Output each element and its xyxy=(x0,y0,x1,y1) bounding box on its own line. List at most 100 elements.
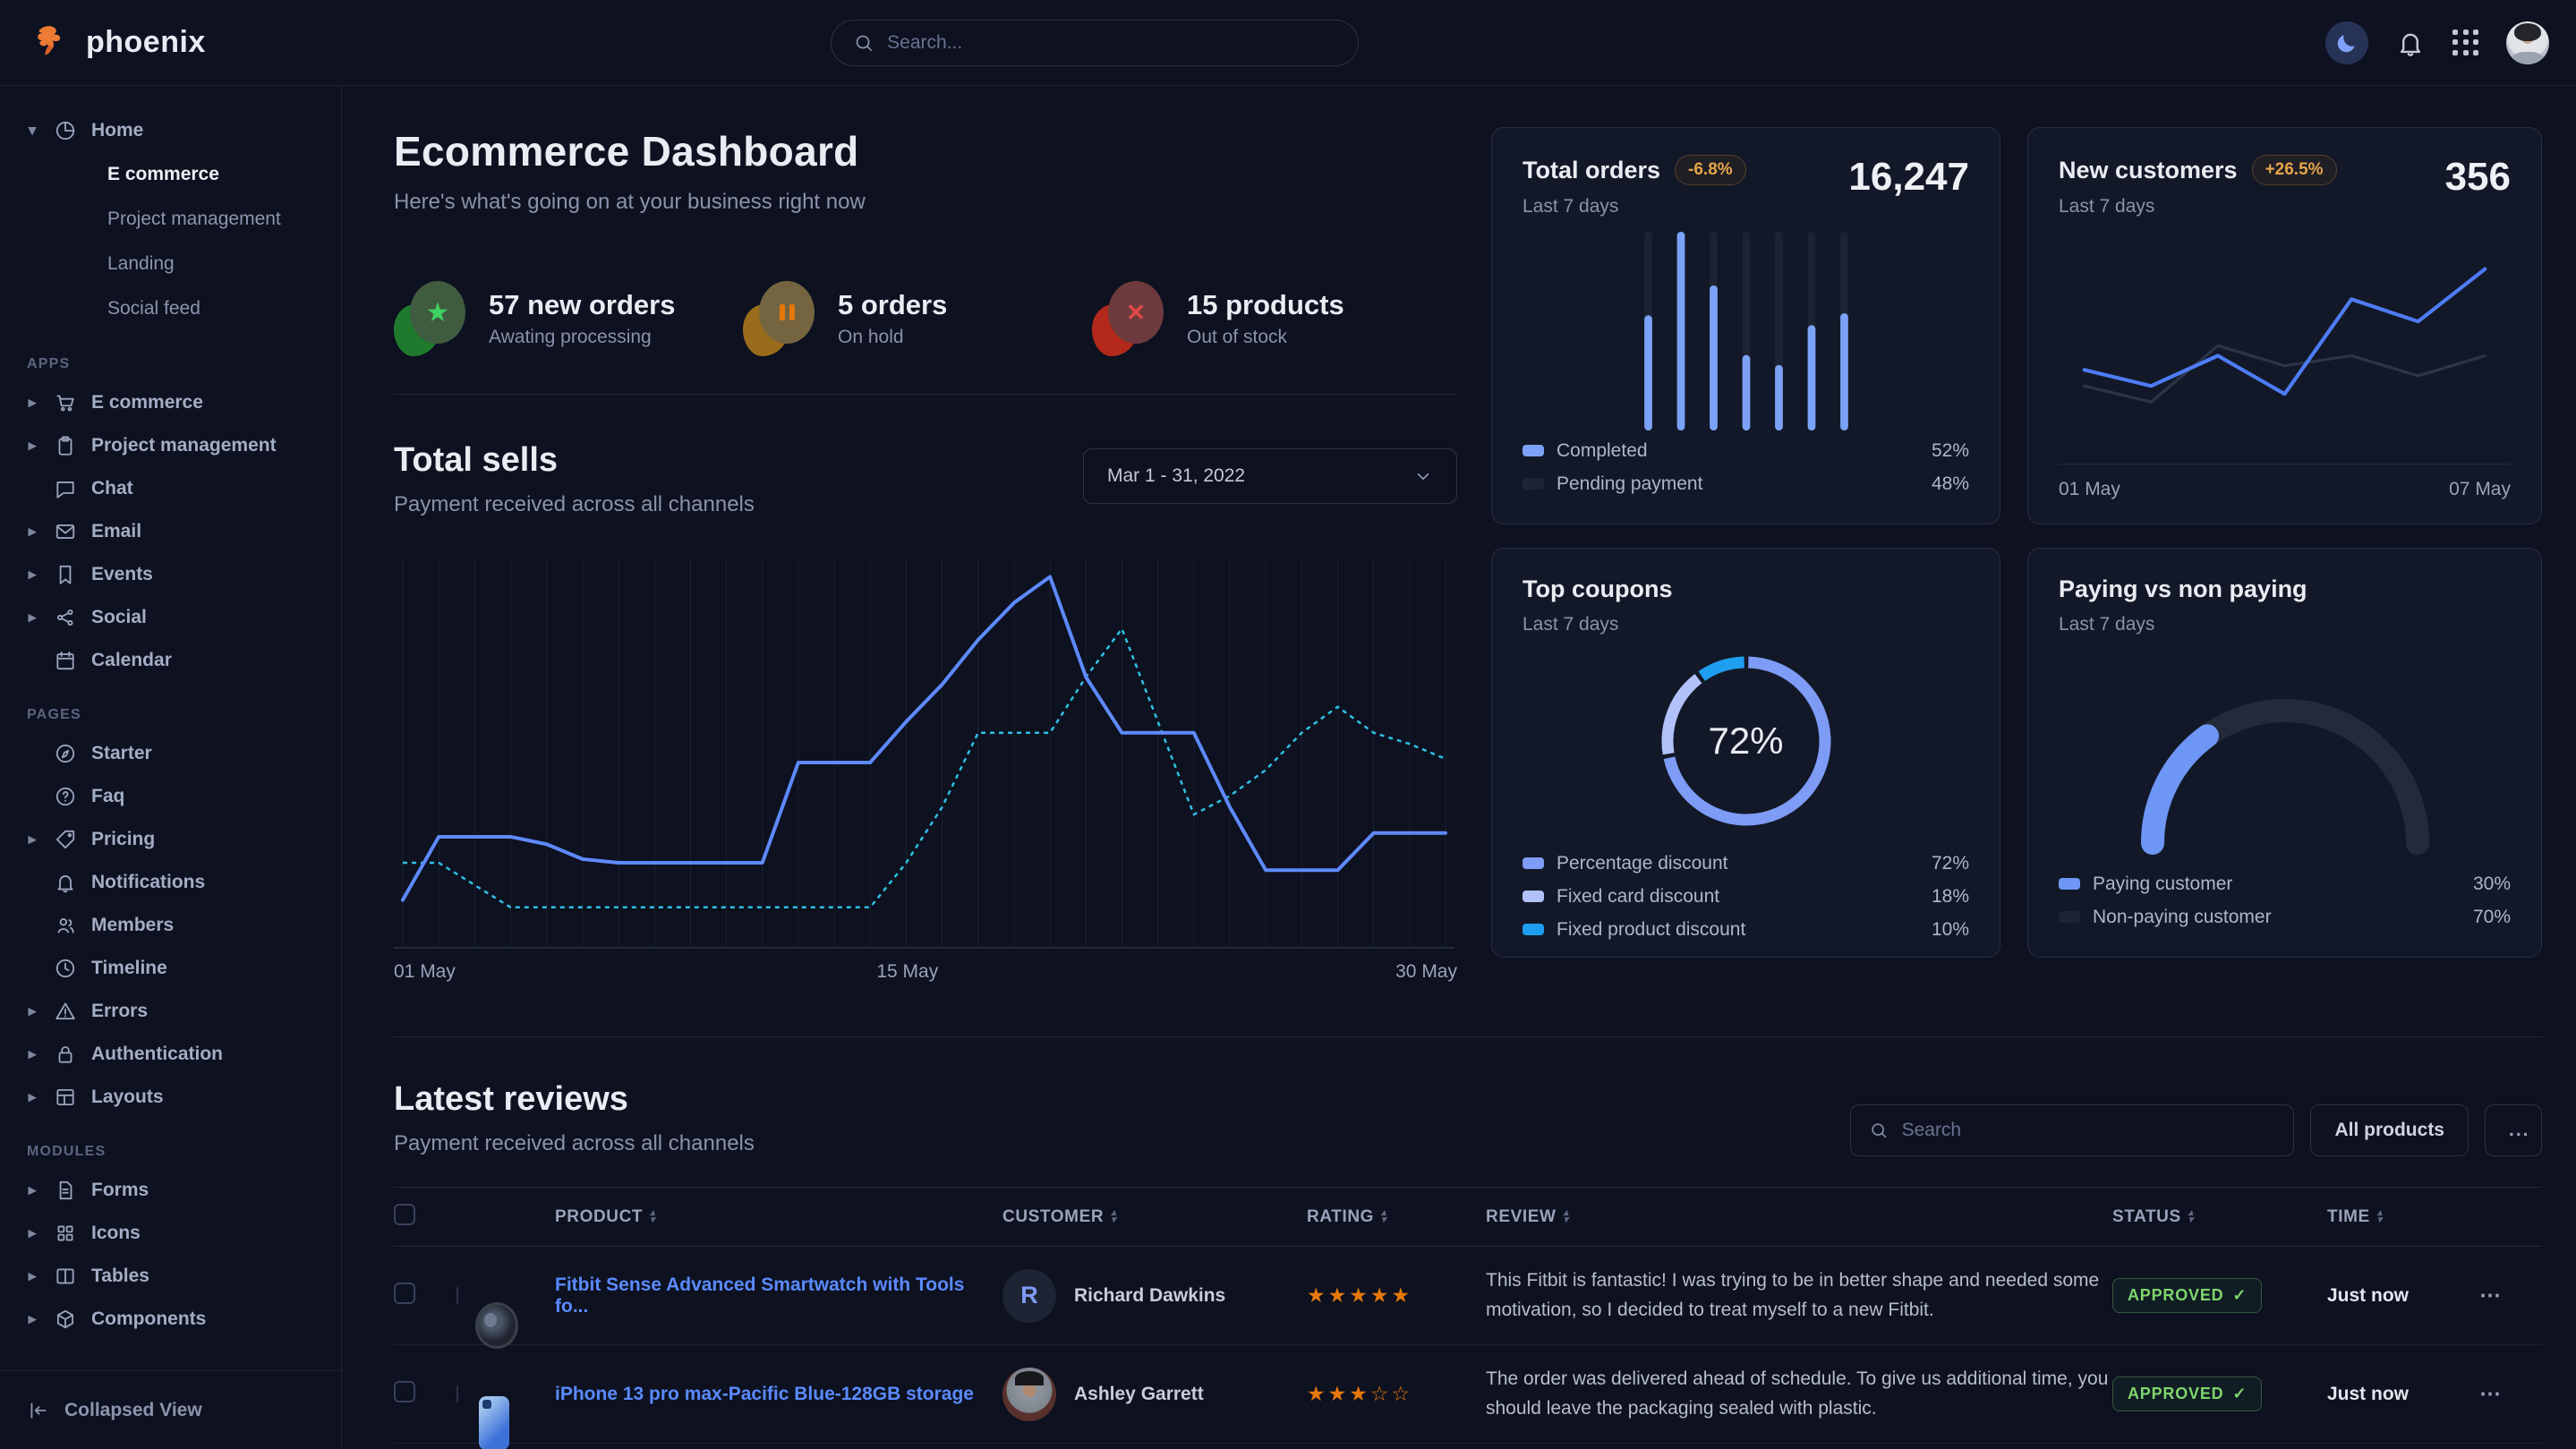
column-header-review[interactable]: REVIEW▴▾ xyxy=(1486,1188,2112,1247)
calendar-icon xyxy=(54,649,77,672)
search-icon xyxy=(1869,1120,1889,1141)
column-header-product[interactable]: PRODUCT▴▾ xyxy=(555,1188,1002,1247)
avatar: R xyxy=(1002,1269,1056,1323)
sidebar-item-email[interactable]: ▸Email xyxy=(25,510,325,553)
tableicon-icon xyxy=(54,1265,77,1288)
sidebar-item-project-management[interactable]: Project management xyxy=(25,197,325,242)
paying-title: Paying vs non paying xyxy=(2059,575,2307,603)
sidebar-item-members[interactable]: ▸Members xyxy=(25,904,325,947)
all-products-button[interactable]: All products xyxy=(2310,1104,2469,1156)
reviews-search-input[interactable] xyxy=(1902,1120,2276,1141)
sidebar-item-forms[interactable]: ▸Forms xyxy=(25,1169,325,1212)
sidebar-item-icons[interactable]: ▸Icons xyxy=(25,1212,325,1255)
select-all-checkbox[interactable] xyxy=(394,1204,415,1225)
column-header-customer[interactable]: CUSTOMER▴▾ xyxy=(1002,1188,1307,1247)
caret-right-icon: ▸ xyxy=(25,394,39,412)
global-search[interactable] xyxy=(831,20,1359,66)
review-text: This Fitbit is fantastic! I was trying t… xyxy=(1486,1266,2112,1325)
bell-icon xyxy=(54,871,77,894)
sidebar-item-pricing[interactable]: ▸Pricing xyxy=(25,818,325,861)
compass-icon xyxy=(54,742,77,765)
top-coupons-legend: Percentage discount72%Fixed card discoun… xyxy=(1523,847,1969,946)
sidebar-item-starter[interactable]: ▸Starter xyxy=(25,732,325,775)
customers-x-start: 01 May xyxy=(2059,479,2120,500)
search-icon xyxy=(853,31,874,55)
sidebar-item-landing[interactable]: Landing xyxy=(25,242,325,286)
table-row: Fitbit Sense Advanced Smartwatch with To… xyxy=(394,1247,2542,1345)
page-subtitle: Here's what's going on at your business … xyxy=(394,190,1457,215)
row-checkbox[interactable] xyxy=(394,1283,415,1304)
sidebar-section-pages: PAGES xyxy=(27,707,325,723)
brand-logo[interactable]: phoenix xyxy=(34,23,347,63)
sidebar-item-project-management[interactable]: ▸Project management xyxy=(25,424,325,467)
sort-icon[interactable]: ▴▾ xyxy=(1564,1209,1569,1223)
sidebar-item-timeline[interactable]: ▸Timeline xyxy=(25,947,325,990)
sidebar-item-calendar[interactable]: ▸Calendar xyxy=(25,639,325,682)
new-customers-line-chart xyxy=(2059,230,2511,455)
pause-icon xyxy=(759,281,815,344)
sidebar-item-authentication[interactable]: ▸Authentication xyxy=(25,1033,325,1076)
donut-center-label: 72% xyxy=(1641,635,1852,847)
theme-toggle-button[interactable] xyxy=(2325,21,2368,64)
share-icon xyxy=(54,606,77,629)
sidebar-section-modules: MODULES xyxy=(27,1144,325,1160)
legend-item: Percentage discount72% xyxy=(1523,847,1969,880)
sidebar-item-social-feed[interactable]: Social feed xyxy=(25,286,325,331)
row-checkbox[interactable] xyxy=(394,1381,415,1402)
collapse-arrow-icon xyxy=(27,1399,50,1422)
review-text: The order was delivered ahead of schedul… xyxy=(1486,1365,2112,1423)
warning-icon xyxy=(54,1000,77,1023)
new-customers-card: New customers +26.5% Last 7 days 356 01 … xyxy=(2027,127,2542,524)
sidebar-item-chat[interactable]: ▸Chat xyxy=(25,467,325,510)
sidebar-item-social[interactable]: ▸Social xyxy=(25,596,325,639)
row-more-button[interactable]: ⋯ xyxy=(2479,1382,2503,1406)
sidebar-item-notifications[interactable]: ▸Notifications xyxy=(25,861,325,904)
sort-icon[interactable]: ▴▾ xyxy=(2188,1209,2194,1223)
product-link[interactable]: iPhone 13 pro max-Pacific Blue-128GB sto… xyxy=(555,1384,974,1404)
column-header-rating[interactable]: RATING▴▾ xyxy=(1307,1188,1486,1247)
apps-grid-icon[interactable] xyxy=(2452,30,2479,56)
collapsed-view-toggle[interactable]: Collapsed View xyxy=(0,1370,341,1449)
notifications-bell-icon[interactable] xyxy=(2395,28,2426,58)
global-search-input[interactable] xyxy=(887,32,1336,54)
new-customers-badge: +26.5% xyxy=(2252,155,2337,185)
column-header-time[interactable]: TIME▴▾ xyxy=(2327,1188,2479,1247)
column-header-status[interactable]: STATUS▴▾ xyxy=(2112,1188,2327,1247)
sidebar-item-errors[interactable]: ▸Errors xyxy=(25,990,325,1033)
sidebar-item-components[interactable]: ▸Components xyxy=(25,1298,325,1341)
more-options-button[interactable]: ... xyxy=(2485,1104,2542,1156)
product-thumbnail[interactable] xyxy=(456,1385,458,1402)
customers-x-end: 07 May xyxy=(2449,479,2511,500)
date-range-select[interactable]: Mar 1 - 31, 2022 xyxy=(1083,448,1457,504)
sort-icon[interactable]: ▴▾ xyxy=(650,1209,655,1223)
sidebar-item-events[interactable]: ▸Events xyxy=(25,553,325,596)
sort-icon[interactable]: ▴▾ xyxy=(1111,1209,1116,1223)
sidebar-item-e-commerce[interactable]: ▸E commerce xyxy=(25,381,325,424)
legend-item: Pending payment48% xyxy=(1523,467,1969,500)
user-avatar[interactable] xyxy=(2506,21,2549,64)
product-thumbnail[interactable] xyxy=(456,1287,458,1304)
sidebar-item-tables[interactable]: ▸Tables xyxy=(25,1255,325,1298)
sidebar-item-faq[interactable]: ▸Faq xyxy=(25,775,325,818)
caret-right-icon: ▸ xyxy=(25,1045,39,1063)
sort-icon[interactable]: ▴▾ xyxy=(1381,1209,1386,1223)
date-range-value: Mar 1 - 31, 2022 xyxy=(1107,465,1245,487)
status-badge: APPROVED ✓ xyxy=(2112,1377,2262,1411)
paying-legend: Paying customer30%Non-paying customer70% xyxy=(2059,867,2511,933)
reviews-search[interactable] xyxy=(1850,1104,2294,1156)
row-more-button[interactable]: ⋯ xyxy=(2479,1283,2503,1308)
top-coupons-card: Top coupons Last 7 days 72% Percentage d… xyxy=(1491,548,2000,958)
divider xyxy=(394,394,1457,395)
total-orders-bar-chart xyxy=(1554,221,1939,434)
product-link[interactable]: Fitbit Sense Advanced Smartwatch with To… xyxy=(555,1274,964,1317)
brand-name: phoenix xyxy=(86,25,206,60)
x-label-30may: 30 May xyxy=(1395,961,1457,983)
sidebar-item-e-commerce[interactable]: E commerce xyxy=(25,152,325,197)
sort-icon[interactable]: ▴▾ xyxy=(2377,1209,2383,1223)
sidebar-item-layouts[interactable]: ▸Layouts xyxy=(25,1076,325,1119)
legend-item: Paying customer30% xyxy=(2059,867,2511,900)
sidebar-item-home[interactable]: ▾Home xyxy=(25,109,325,152)
stat-on-hold: 5 ordersOn hold xyxy=(743,281,1056,356)
lock-icon xyxy=(54,1043,77,1066)
table-row xyxy=(394,1444,2542,1449)
